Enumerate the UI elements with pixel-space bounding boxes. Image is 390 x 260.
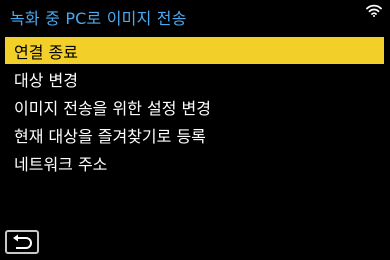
menu-item-change-destination[interactable]: 대상 변경 <box>5 65 384 92</box>
menu-item-disconnect[interactable]: 연결 종료 <box>5 37 384 64</box>
menu-item-label: 이미지 전송을 위한 설정 변경 <box>14 98 211 118</box>
menu-item-label: 대상 변경 <box>14 70 78 90</box>
menu-item-label: 현재 대상을 즐겨찾기로 등록 <box>14 126 206 146</box>
menu-item-label: 네트워크 주소 <box>14 154 108 174</box>
menu-item-label: 연결 종료 <box>14 42 78 62</box>
back-button[interactable] <box>5 230 39 254</box>
wifi-icon <box>366 4 382 17</box>
return-icon <box>13 234 32 249</box>
page-title: 녹화 중 PC로 이미지 전송 <box>10 9 187 28</box>
screen: 녹화 중 PC로 이미지 전송 연결 종료 대상 변경 이미지 전송을 위한 설… <box>0 0 390 260</box>
menu-item-transfer-settings[interactable]: 이미지 전송을 위한 설정 변경 <box>5 93 384 120</box>
menu-item-register-favorite[interactable]: 현재 대상을 즐겨찾기로 등록 <box>5 121 384 148</box>
menu-item-network-address[interactable]: 네트워크 주소 <box>5 149 384 176</box>
menu-list: 연결 종료 대상 변경 이미지 전송을 위한 설정 변경 현재 대상을 즐겨찾기… <box>5 37 384 177</box>
